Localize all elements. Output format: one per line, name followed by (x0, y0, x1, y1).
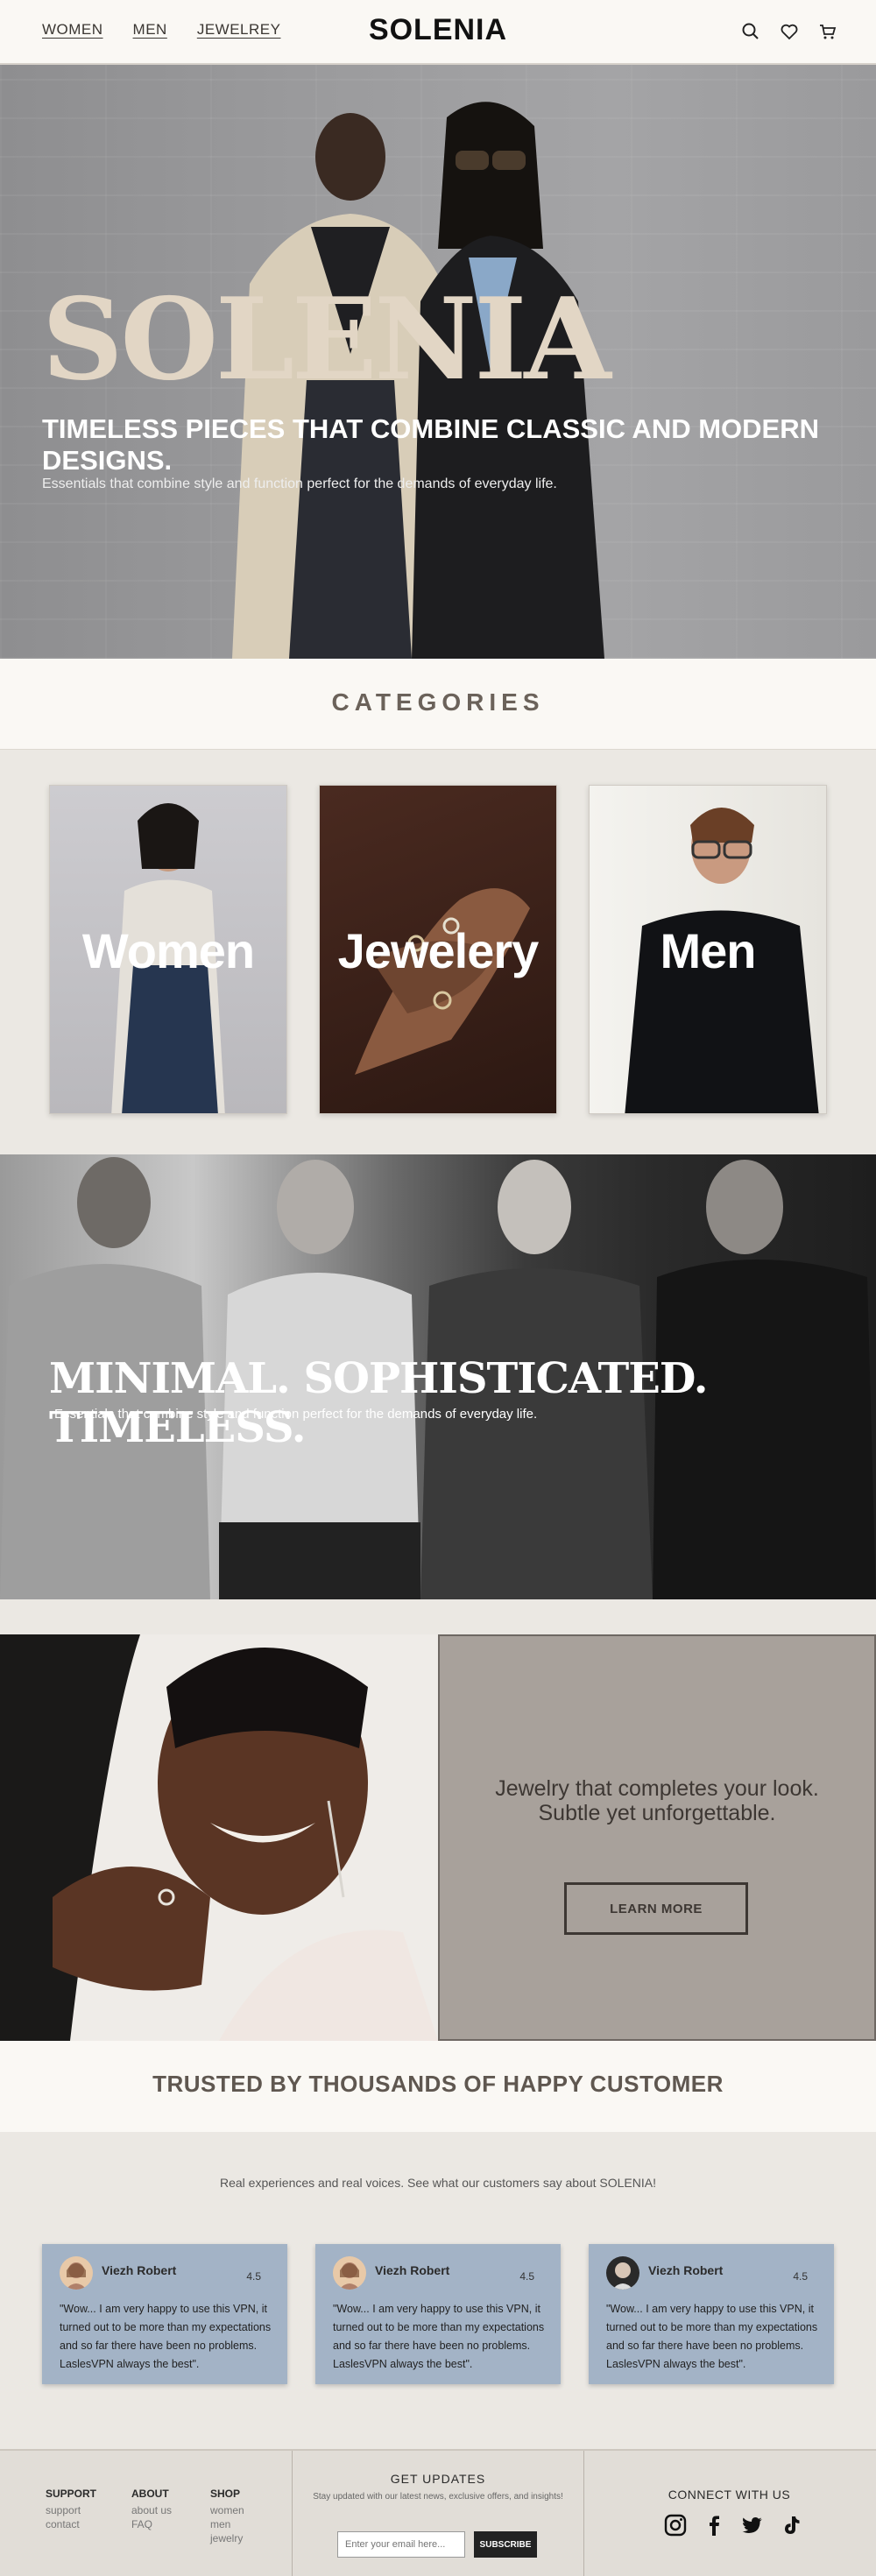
jewelry-model-illustration (0, 1634, 438, 2041)
footer-about: ABOUT about us FAQ (131, 2488, 172, 2531)
footer-link-support[interactable]: support (46, 2503, 96, 2517)
minimal-banner: MINIMAL. SOPHISTICATED. TIMELESS. Essent… (0, 1154, 876, 1599)
review-card: Viezh Robert 4.5 "Wow... I am very happy… (42, 2244, 287, 2384)
reviewer-name: Viezh Robert (648, 2263, 724, 2277)
footer-link-faq[interactable]: FAQ (131, 2517, 172, 2531)
banner-title: MINIMAL. SOPHISTICATED. TIMELESS. (49, 1354, 708, 1452)
footer-divider (292, 2451, 293, 2576)
review-text: "Wow... I am very happy to use this VPN,… (60, 2303, 272, 2370)
categories-header: CATEGORIES (0, 659, 876, 750)
avatar (60, 2256, 93, 2290)
jewelry-section: Jewelry that completes your look. Subtle… (0, 1634, 876, 2041)
review-score: 4.5 (793, 2270, 808, 2283)
footer-link-about-us[interactable]: about us (131, 2503, 172, 2517)
categories-title: CATEGORIES (331, 688, 545, 716)
category-card-women[interactable]: Women (49, 785, 287, 1114)
site-footer: SUPPORT support contact ABOUT about us F… (0, 2449, 876, 2576)
footer-shop-title: SHOP (210, 2488, 241, 2500)
footer-support: SUPPORT support contact (46, 2488, 96, 2531)
review-card: Viezh Robert 4.5 "Wow... I am very happy… (589, 2244, 834, 2384)
footer-support-title: SUPPORT (46, 2488, 97, 2500)
hero-subtitle: TIMELESS PIECES THAT COMBINE CLASSIC AND… (42, 413, 819, 476)
jewelry-text-panel: Jewelry that completes your look. Subtle… (438, 1634, 876, 2041)
footer-updates: GET UPDATES Stay updated with our latest… (293, 2472, 583, 2503)
instagram-icon[interactable] (664, 2514, 687, 2537)
learn-more-button[interactable]: LEARN MORE (564, 1882, 748, 1935)
connect-title: CONNECT WITH US (668, 2488, 791, 2502)
banner-description: Essentials that combine style and functi… (54, 1407, 538, 1422)
site-header: WOMEN MEN JEWELREY SOLENIA (0, 0, 876, 65)
footer-link-contact[interactable]: contact (46, 2517, 96, 2531)
footer-shop: SHOP women men jewelry (210, 2488, 244, 2545)
page: WOMEN MEN JEWELREY SOLENIA SOLENIA TIMEL… (0, 0, 876, 2576)
category-card-men[interactable]: Men (589, 785, 827, 1114)
subscribe-button[interactable]: SUBSCRIBE (474, 2531, 537, 2558)
review-score: 4.5 (246, 2270, 261, 2283)
avatar (333, 2256, 366, 2290)
tiktok-icon[interactable] (780, 2514, 802, 2537)
trust-title: TRUSTED BY THOUSANDS OF HAPPY CUSTOMER (152, 2071, 724, 2097)
hero-description: Essentials that combine style and functi… (42, 476, 557, 491)
cart-icon[interactable] (818, 22, 837, 41)
review-text: "Wow... I am very happy to use this VPN,… (606, 2303, 818, 2370)
heart-icon[interactable] (780, 22, 799, 41)
hero-title: SOLENIA (42, 274, 611, 406)
footer-link-jewelry[interactable]: jewelry (210, 2531, 244, 2545)
review-card: Viezh Robert 4.5 "Wow... I am very happy… (315, 2244, 561, 2384)
footer-link-women[interactable]: women (210, 2503, 244, 2517)
trust-subtitle: Real experiences and real voices. See wh… (219, 2176, 657, 2190)
reviewer-name: Viezh Robert (102, 2263, 177, 2277)
hero-section: SOLENIA TIMELESS PIECES THAT COMBINE CLA… (0, 65, 876, 659)
category-card-jewelery[interactable]: Jewelery (319, 785, 557, 1114)
twitter-icon[interactable] (741, 2514, 764, 2537)
category-label-women: Women (81, 923, 255, 978)
review-text: "Wow... I am very happy to use this VPN,… (333, 2303, 545, 2370)
category-label-jewelery: Jewelery (337, 923, 540, 978)
jewelry-text: Jewelry that completes your look. Subtle… (495, 1776, 819, 1825)
footer-divider (583, 2451, 584, 2576)
search-icon[interactable] (741, 22, 760, 41)
email-input[interactable] (337, 2531, 465, 2558)
reviewer-name: Viezh Robert (375, 2263, 450, 2277)
updates-text: Stay updated with our latest news, exclu… (313, 2492, 563, 2502)
footer-about-title: ABOUT (131, 2488, 169, 2500)
header-icons (741, 22, 837, 41)
facebook-icon[interactable] (703, 2514, 725, 2537)
review-score: 4.5 (519, 2270, 534, 2283)
category-cards: Women Jewelery Men (49, 785, 827, 1114)
avatar (606, 2256, 639, 2290)
jewelry-model-image (0, 1634, 438, 2041)
footer-link-men[interactable]: men (210, 2517, 244, 2531)
social-links (664, 2514, 802, 2537)
updates-title: GET UPDATES (390, 2472, 486, 2486)
trust-header: TRUSTED BY THOUSANDS OF HAPPY CUSTOMER (0, 2041, 876, 2132)
category-label-men: Men (660, 923, 757, 978)
